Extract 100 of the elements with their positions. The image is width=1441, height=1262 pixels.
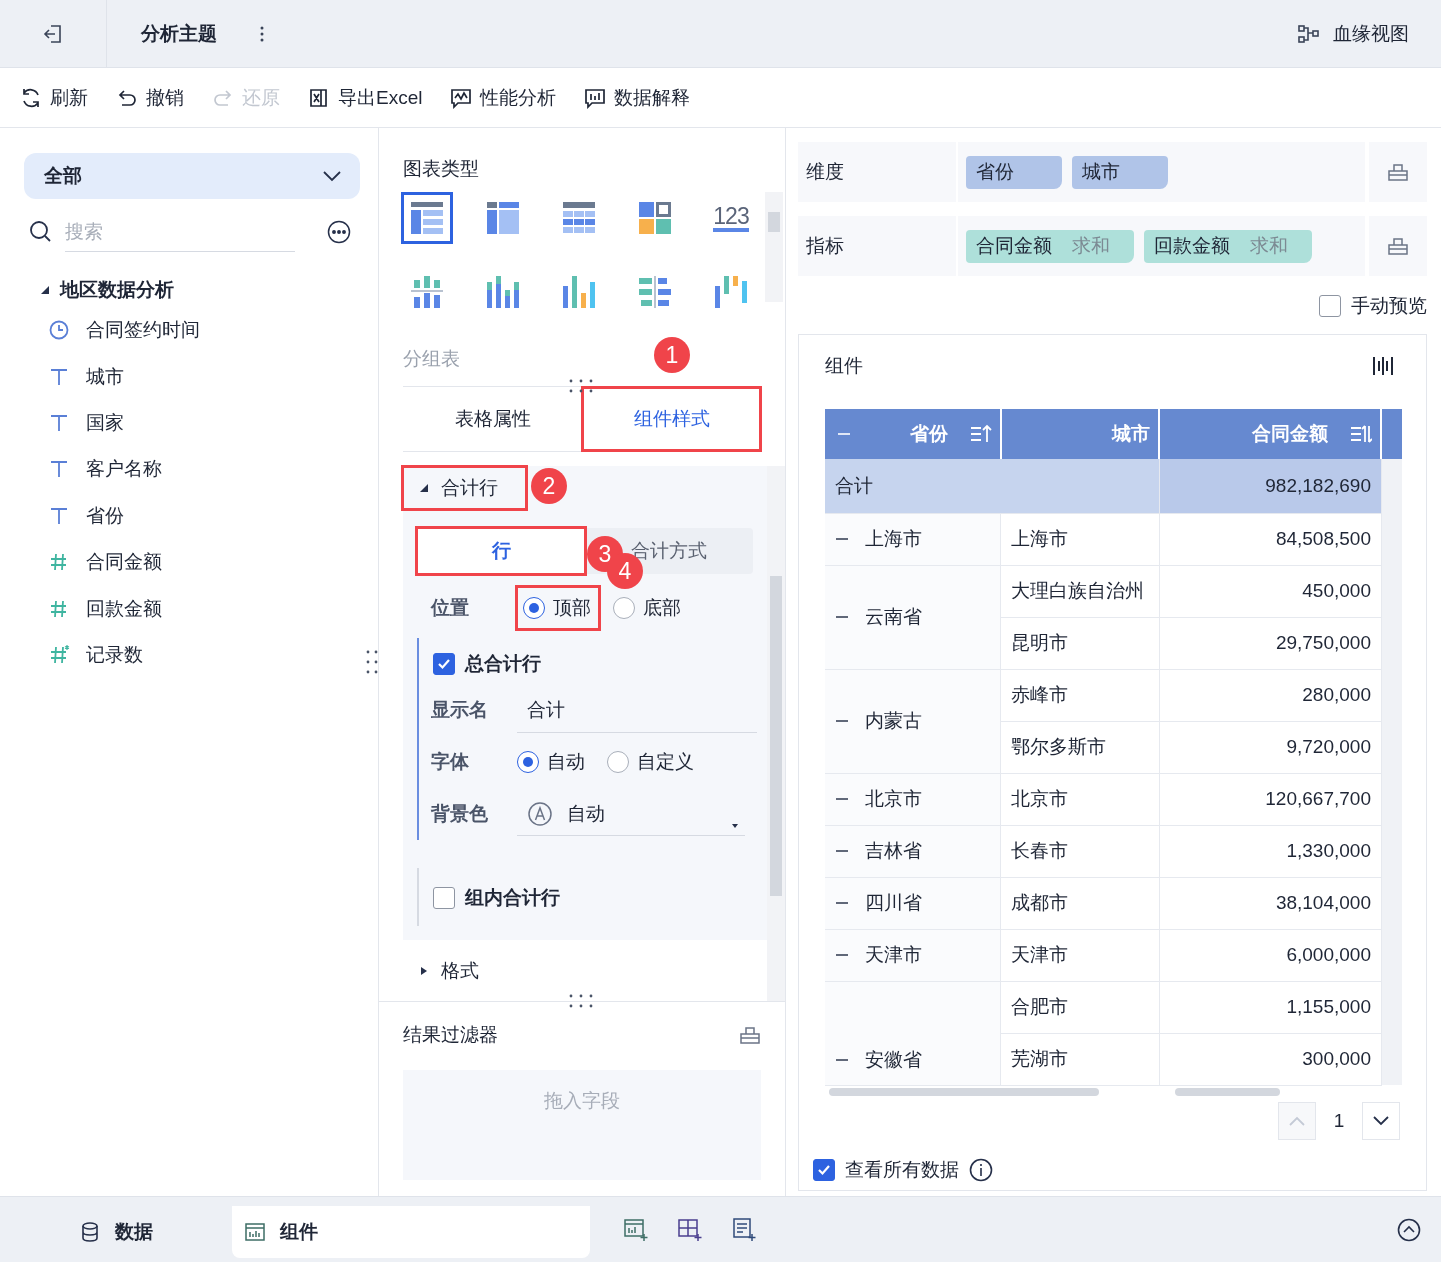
search-icon (29, 220, 53, 244)
table-cell-text: 北京市 (865, 787, 922, 811)
sort-icon[interactable] (1350, 424, 1373, 444)
radio-option[interactable]: 顶部 (517, 587, 599, 629)
checkbox-option[interactable]: 组内合计行 (419, 878, 767, 918)
field-item[interactable]: 合同金额 (24, 538, 358, 586)
dimension-chip[interactable]: 省份 (966, 155, 1062, 189)
table-cell: 芜湖市 (1000, 1033, 1160, 1085)
radio-option[interactable]: 底部 (607, 587, 689, 629)
add-text-icon[interactable] (732, 1217, 758, 1242)
bottom-tab[interactable]: 组件 (232, 1205, 590, 1258)
sort-icon[interactable] (969, 424, 992, 444)
toolbar-button[interactable]: 数据解释 (584, 84, 691, 111)
section-toggle[interactable]: 格式 (403, 950, 507, 992)
scrollbar[interactable] (765, 192, 783, 302)
chart-monitor-icon (450, 86, 473, 109)
resize-handle[interactable] (366, 650, 378, 674)
table-cell: 天津市 (1000, 929, 1160, 981)
bar-chart-icon (584, 86, 607, 109)
field-item[interactable]: 省份 (24, 492, 358, 539)
resize-handle[interactable] (569, 994, 593, 1008)
excel-icon (308, 86, 330, 109)
checkbox-option[interactable]: 总合计行 (419, 644, 767, 684)
callout-badge: 2 (531, 468, 567, 504)
more-options-icon[interactable] (327, 220, 351, 244)
table-cell-text: 云南省 (865, 605, 922, 629)
field-item[interactable]: 国家 (24, 399, 358, 447)
add-chart-icon[interactable] (624, 1217, 650, 1242)
exit-icon[interactable] (42, 22, 64, 45)
resize-handle[interactable] (569, 379, 593, 393)
filter-add-icon[interactable] (739, 1025, 761, 1045)
bar-chart-icon (715, 276, 747, 308)
table-cell-text: 内蒙古 (865, 709, 922, 733)
field-item[interactable]: 城市 (24, 353, 358, 400)
field-item[interactable]: 客户名称 (24, 446, 358, 493)
checkbox-option[interactable]: 查看所有数据 (799, 1149, 959, 1190)
shelf-settings-icon[interactable] (1387, 162, 1409, 182)
chart-type-icon[interactable] (1372, 355, 1394, 377)
checkbox-option[interactable]: 手动预览 (1305, 286, 1427, 326)
lineage-view-button[interactable]: 血缘视图 (1297, 20, 1409, 47)
radio-option[interactable]: 自动 (517, 749, 585, 775)
chart-type-option[interactable]: 123 (705, 192, 757, 244)
measure-chip[interactable]: 回款金额 求和 (1144, 229, 1312, 263)
dimension-chip[interactable]: 城市 (1072, 155, 1168, 189)
table-cell: 合肥市 (1000, 981, 1160, 1033)
table-cell: 29,750,000 (1159, 617, 1382, 669)
field-label: 位置 (431, 596, 470, 620)
toolbar-button[interactable]: 导出Excel (308, 84, 423, 111)
chart-type-caption: 分组表 (403, 348, 460, 369)
more-icon[interactable] (259, 25, 265, 42)
tree-folder[interactable]: 地区数据分析 (24, 273, 358, 307)
scope-dropdown[interactable]: 全部 (24, 153, 360, 199)
shelf-settings-icon[interactable] (1387, 236, 1409, 256)
color-select[interactable]: 自动 (517, 792, 745, 836)
bar-chart-icon (563, 276, 595, 308)
table-cell: 大理白族自治州 (1000, 565, 1160, 617)
section-heading: 图表类型 (403, 157, 480, 181)
lineage-icon (1297, 22, 1321, 45)
segment-tab[interactable]: 行 (417, 528, 585, 574)
page-title: 分析主题 (141, 21, 217, 46)
field-item[interactable]: 回款金额 (24, 585, 358, 632)
input-field[interactable]: 合计 (517, 687, 757, 733)
database-icon (79, 1220, 101, 1243)
tab[interactable]: 组件样式 (582, 387, 761, 451)
field-item[interactable]: 记录数 (24, 631, 358, 679)
section-heading: 结果过滤器 (403, 1023, 498, 1047)
table-cell: 北京市 (1000, 773, 1160, 825)
toolbar-button[interactable]: 刷新 (20, 84, 88, 111)
field-item[interactable]: 合同签约时间 (24, 307, 358, 354)
table-cell: 1,330,000 (1159, 825, 1382, 877)
tab[interactable]: 表格属性 (403, 387, 582, 451)
table-cell: 38,104,000 (1159, 877, 1382, 929)
triangle-icon (40, 285, 50, 295)
chart-type-option[interactable] (401, 192, 453, 244)
toolbar-button[interactable]: 撤销 (116, 84, 184, 111)
next-page-button[interactable] (1362, 1101, 1400, 1140)
info-icon[interactable] (969, 1157, 993, 1182)
chevron-down-icon (1372, 1115, 1390, 1126)
table-icon (411, 202, 443, 234)
table-cell: 赤峰市 (1000, 669, 1160, 721)
collapse-panel-icon[interactable] (1397, 1217, 1421, 1242)
measure-chip[interactable]: 合同金额 求和 (966, 229, 1134, 263)
chevron-down-icon (322, 170, 342, 182)
table-cell-text: 上海市 (865, 527, 922, 551)
field-label: 显示名 (431, 698, 489, 722)
add-layout-icon[interactable] (678, 1217, 704, 1242)
shelf-label: 指标 (798, 216, 958, 276)
caret-icon (731, 823, 739, 829)
scrollbar[interactable] (767, 466, 785, 1001)
toolbar-button[interactable]: 性能分析 (450, 84, 557, 111)
table-cell-text: 天津市 (865, 943, 922, 967)
section-toggle[interactable]: 合计行 (403, 467, 526, 509)
search-field[interactable]: 搜索 (65, 212, 295, 252)
triangle-icon (419, 483, 429, 493)
table-icon (563, 202, 595, 234)
table-cell-text: 吉林省 (865, 839, 922, 863)
radio-option[interactable]: 自定义 (607, 749, 694, 775)
bar-chart-icon (411, 276, 443, 308)
triangle-icon (419, 966, 429, 976)
bottom-tab[interactable]: 数据 (0, 1205, 232, 1258)
